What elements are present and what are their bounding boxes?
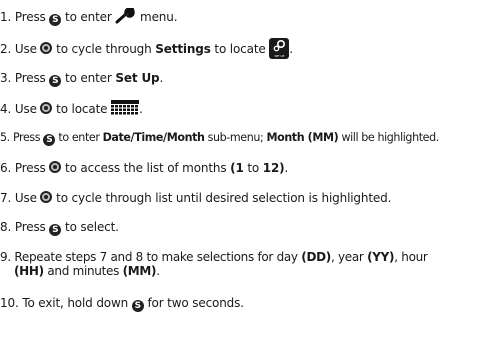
step-3: 3. Press S to enter Set Up. [0,71,163,87]
step-bold-text: 12) [262,161,285,175]
step-text: and minutes [47,264,120,278]
step-9-line-1: 9. Repeate steps 7 and 8 to make selecti… [0,250,428,264]
setup-icon: SET UP [269,38,290,59]
step-bold-text: (YY) [367,250,395,264]
step-bold-text: (DD) [301,250,331,264]
step-5: 5. Press S to enter Date/Time/Month sub-… [0,131,439,146]
step-number: 5. [0,131,10,144]
instructions-document: 1. Press S to enter menu. 2. Use to cycl… [0,0,494,342]
step-text: Press [12,131,41,144]
step-text: Use [14,102,37,116]
step-text: Press [14,71,46,85]
step-8: 8. Press S to select. [0,220,119,236]
step-bold-text: (HH) [14,264,44,278]
step-text: for two seconds. [147,296,244,310]
step-bold-text: Settings [155,42,211,56]
step-number: 7. [0,191,12,205]
select-button-icon: S [49,14,62,26]
step-number: 10. [0,296,19,310]
step-9-line-2: (HH) and minutes (MM). [0,264,428,278]
step-text: to select. [65,220,119,234]
select-button-icon: S [131,300,144,312]
step-text: menu. [140,10,178,24]
step-bold-text: Month (MM) [266,131,339,144]
step-1: 1. Press S to enter menu. [0,8,178,26]
setup-icon-label: SET UP [274,54,285,58]
calendar-icon [111,100,140,115]
step-text: Press [14,10,46,24]
step-text: to enter [65,10,112,24]
step-bold-text: Set Up [115,71,160,85]
step-7: 7. Use to cycle through list until desir… [0,191,391,205]
step-text: Press [14,161,46,175]
step-text: . [156,264,160,278]
step-2: 2. Use to cycle through Settings to loca… [0,38,293,59]
step-text: Use [14,191,37,205]
step-bold-text: (MM) [122,264,157,278]
select-button-icon: S [49,224,62,236]
select-button-icon: S [49,75,62,87]
step-text: to enter [65,71,112,85]
step-text: to access the list of months [65,161,227,175]
step-text: to locate [214,42,266,56]
step-text: Press [14,220,46,234]
step-4: 4. Use to locate . [0,100,143,117]
scroll-dial-icon [40,102,53,114]
step-text: will be highlighted. [341,131,439,144]
step-number: 3. [0,71,12,85]
step-bold-text: (1 [230,161,244,175]
step-text: . [289,42,293,56]
step-text: to cycle through [56,42,152,56]
step-text: , year [330,250,364,264]
step-text: . [284,161,289,175]
step-number: 1. [0,10,12,24]
step-text: Use [14,42,37,56]
step-number: 4. [0,102,12,116]
select-button-icon: S [43,134,56,146]
step-text: to enter [58,131,100,144]
step-bold-text: Date/Time/Month [102,131,205,144]
step-text: . [159,71,164,85]
step-text: To exit, hold down [22,296,129,310]
scroll-dial-icon [40,191,53,203]
step-text: Repeate steps 7 and 8 to make selections… [14,250,298,264]
step-text: to [247,161,260,175]
step-number: 8. [0,220,12,234]
step-number: 9. [0,250,11,264]
wrench-icon [115,8,136,24]
scroll-dial-icon [49,161,62,173]
step-text: to locate [56,102,108,116]
step-9: 9. Repeate steps 7 and 8 to make selecti… [0,250,428,278]
step-6: 6. Press to access the list of months (1… [0,161,288,175]
step-text: , hour [394,250,428,264]
scroll-dial-icon [40,42,53,54]
step-text: sub-menu; [207,131,264,144]
step-text: to cycle through list until desired sele… [56,191,392,205]
step-number: 2. [0,42,12,56]
step-text: . [139,102,143,116]
step-10: 10. To exit, hold down S for two seconds… [0,296,244,312]
step-number: 6. [0,161,12,175]
